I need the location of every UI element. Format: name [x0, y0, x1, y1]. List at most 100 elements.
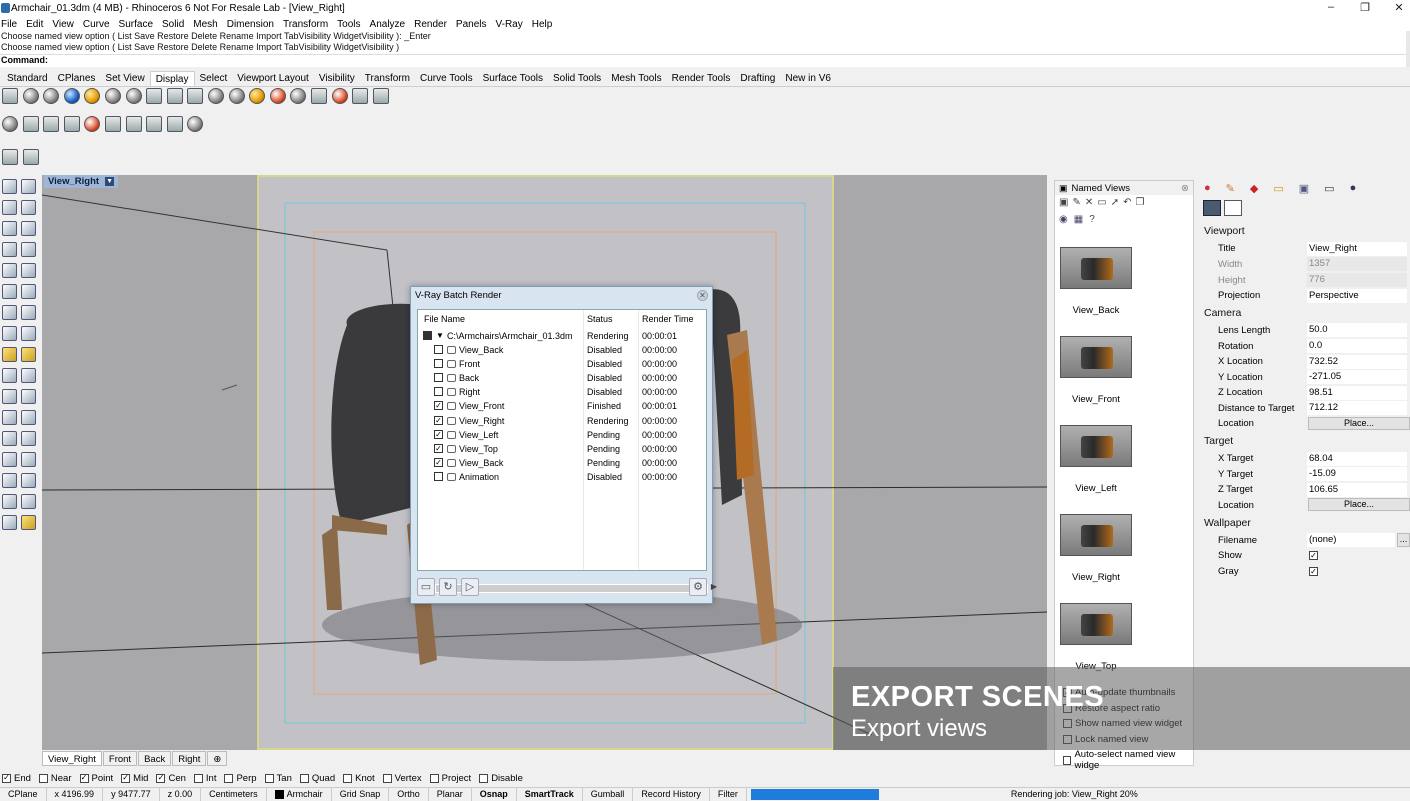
lights-icon[interactable]: [310, 88, 327, 104]
render-tool-icon[interactable]: [21, 515, 36, 530]
job-row[interactable]: Front Disabled 00:00:00: [418, 357, 706, 371]
boolean-icon[interactable]: [2, 347, 17, 362]
job-checkbox[interactable]: ✓: [434, 415, 443, 425]
osnap-checkbox[interactable]: [343, 773, 353, 783]
viewport-title[interactable]: View_Right ▼: [44, 175, 119, 188]
viewport-tab-right[interactable]: Right: [172, 751, 207, 766]
osnap-end[interactable]: ✓ End: [0, 773, 31, 784]
tab-surface-tools[interactable]: Surface Tools: [478, 71, 548, 86]
tab-select[interactable]: Select: [195, 71, 233, 86]
menu-file[interactable]: File: [1, 19, 17, 30]
osnap-checkbox[interactable]: ✓: [2, 773, 11, 783]
osnap-near[interactable]: Near: [37, 773, 72, 784]
gray-checkbox[interactable]: ✓: [1309, 567, 1318, 576]
wireframe-icon[interactable]: [2, 88, 18, 104]
solid-sphere-icon[interactable]: [21, 305, 36, 320]
tab-visibility[interactable]: Visibility: [314, 71, 360, 86]
x-target-field[interactable]: 68.04: [1307, 452, 1407, 466]
tab-drafting[interactable]: Drafting: [735, 71, 780, 86]
add-viewport-tab-icon[interactable]: ⊕: [207, 751, 228, 766]
cplane-label[interactable]: CPlane: [0, 787, 47, 801]
scale-icon[interactable]: [2, 431, 17, 446]
panel-close-icon[interactable]: ⊗: [1181, 183, 1189, 194]
named-view-thumbnail[interactable]: [1060, 514, 1132, 556]
monitor-icon[interactable]: [352, 88, 369, 104]
command-scrollbar[interactable]: [1406, 31, 1410, 67]
menu-panels[interactable]: Panels: [456, 19, 487, 30]
osnap-checkbox[interactable]: [299, 773, 309, 783]
job-checkbox[interactable]: ✓: [434, 443, 443, 453]
toggle-planar[interactable]: Planar: [429, 787, 472, 801]
viewport-tab-icon[interactable]: [1224, 200, 1242, 216]
tab-cplanes[interactable]: CPlanes: [53, 71, 101, 86]
osnap-perp[interactable]: Perp: [222, 773, 257, 784]
menu-dimension[interactable]: Dimension: [227, 19, 274, 30]
column-header-status[interactable]: Status: [587, 314, 613, 324]
z-location-field[interactable]: 98.51: [1307, 386, 1407, 400]
material-brush-icon[interactable]: ✎: [1226, 182, 1235, 195]
grid-icon[interactable]: [2, 473, 17, 488]
start-render-icon[interactable]: ▷: [461, 578, 479, 596]
circle-icon[interactable]: [2, 221, 17, 236]
named-view-option[interactable]: Auto-select named view widge: [1061, 749, 1193, 771]
tab-render-tools[interactable]: Render Tools: [667, 71, 736, 86]
tab-new-in-v6[interactable]: New in V6: [780, 71, 836, 86]
point-icon[interactable]: [21, 179, 36, 194]
job-row[interactable]: Right Disabled 00:00:00: [418, 385, 706, 399]
named-view-label[interactable]: View_Back: [1055, 305, 1137, 316]
job-row[interactable]: ✓ View_Back Pending 00:00:00: [418, 456, 706, 470]
job-checkbox[interactable]: ✓: [434, 401, 443, 411]
delete-icon[interactable]: ✕: [1085, 197, 1093, 208]
environment-icon[interactable]: ▣: [1299, 182, 1309, 195]
units-label[interactable]: Centimeters: [201, 787, 267, 801]
menu-transform[interactable]: Transform: [283, 19, 328, 30]
menu-surface[interactable]: Surface: [119, 19, 153, 30]
named-view-label[interactable]: View_Right: [1055, 572, 1137, 583]
column-header-time[interactable]: Render Time: [642, 314, 694, 324]
toggle-osnap[interactable]: Osnap: [472, 787, 517, 801]
file-checkbox[interactable]: [423, 331, 432, 340]
job-row[interactable]: ✓ View_Right Rendering 00:00:00: [418, 414, 706, 428]
cube-icon[interactable]: [2, 149, 18, 165]
job-checkbox[interactable]: ✓: [434, 429, 443, 439]
light-icon[interactable]: [249, 88, 266, 104]
save-icon[interactable]: ▣: [1059, 197, 1068, 208]
surface-icon[interactable]: [2, 284, 17, 299]
menu-mesh[interactable]: Mesh: [193, 19, 217, 30]
eye-icon[interactable]: ◉: [1059, 214, 1068, 225]
menu-help[interactable]: Help: [532, 19, 553, 30]
job-checkbox[interactable]: [434, 345, 443, 354]
thumbnail-icon[interactable]: ▦: [1074, 214, 1083, 225]
toggle-record-history[interactable]: Record History: [633, 787, 710, 801]
minimize-button[interactable]: –: [1316, 1, 1346, 13]
column-header-file[interactable]: File Name: [424, 314, 465, 324]
tab-transform[interactable]: Transform: [360, 71, 415, 86]
expand-chevron-icon[interactable]: ▼: [436, 329, 444, 343]
artistic-icon[interactable]: [146, 88, 163, 104]
mirror-icon[interactable]: [21, 431, 36, 446]
option-checkbox[interactable]: [1063, 755, 1072, 765]
copy-icon[interactable]: ❐: [1135, 197, 1144, 208]
batch-render-icon[interactable]: [63, 116, 80, 132]
display-monitor-icon[interactable]: ▭: [1324, 182, 1334, 195]
asset-editor-icon[interactable]: [22, 116, 39, 132]
job-checkbox[interactable]: [434, 373, 443, 383]
osnap-disable[interactable]: Disable: [477, 773, 523, 784]
named-view-thumbnail[interactable]: [1060, 603, 1132, 645]
solid-box-icon[interactable]: [2, 305, 17, 320]
fur-icon[interactable]: [125, 116, 142, 132]
ellipse-icon[interactable]: [2, 242, 17, 257]
osnap-quad[interactable]: Quad: [298, 773, 335, 784]
show-checkbox[interactable]: ✓: [1309, 551, 1318, 560]
y-target-field[interactable]: -15.09: [1307, 467, 1407, 481]
toggle-filter[interactable]: Filter: [710, 787, 747, 801]
osnap-checkbox[interactable]: [224, 773, 234, 783]
named-view-thumbnail[interactable]: [1060, 247, 1132, 289]
help-icon[interactable]: ?: [1089, 214, 1095, 225]
toggle-smarttrack[interactable]: SmartTrack: [517, 787, 583, 801]
viewport-tab-view-right[interactable]: View_Right: [42, 751, 102, 766]
vray-icon[interactable]: [2, 116, 18, 132]
job-row[interactable]: Animation Disabled 00:00:00: [418, 470, 706, 484]
job-row[interactable]: ✓ View_Front Finished 00:00:01: [418, 399, 706, 413]
rotate-icon[interactable]: [21, 410, 36, 425]
